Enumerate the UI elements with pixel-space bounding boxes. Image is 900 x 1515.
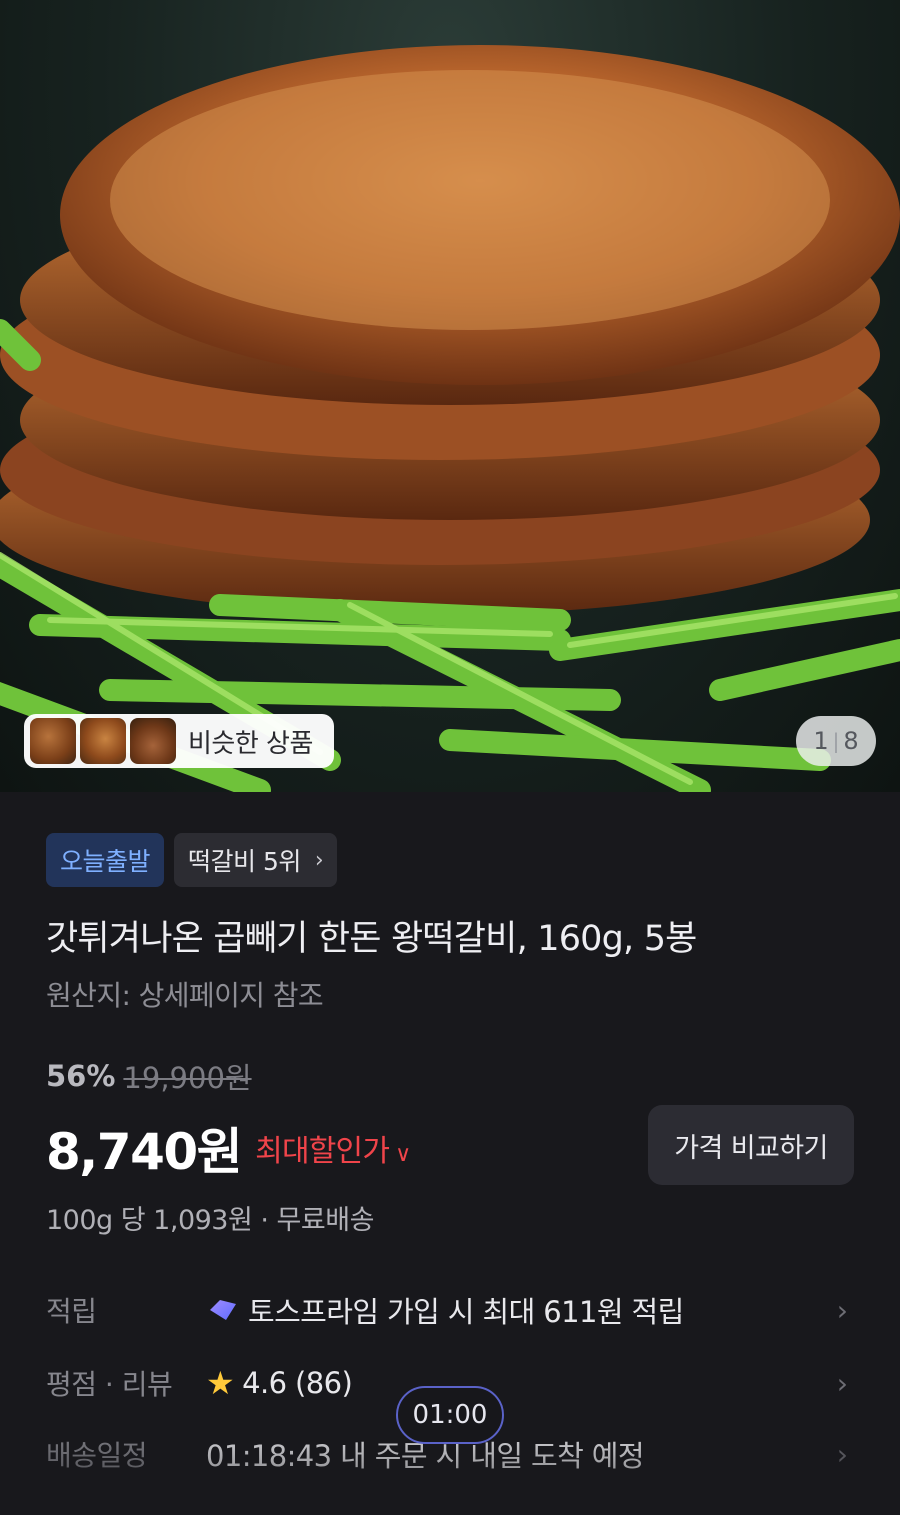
original-price: 19,900원 [123, 1061, 252, 1095]
points-value-wrap: 토스프라임 가입 시 최대 611원 적립 [206, 1289, 684, 1331]
product-image[interactable]: 비슷한 상품 1 | 8 [0, 0, 900, 792]
similar-thumbnail [130, 718, 176, 764]
points-value: 토스프라임 가입 시 최대 611원 적립 [248, 1295, 684, 1329]
badge-row: 오늘출발 떡갈비 5위 › [46, 833, 338, 887]
page-total: 8 [843, 727, 859, 755]
floating-timer[interactable]: 01:00 [396, 1386, 504, 1444]
rating-value-wrap: ★ 4.6 (86) [206, 1364, 353, 1402]
page-current: 1 [813, 727, 829, 755]
rank-label: 떡갈비 5위 [188, 847, 301, 876]
delivery-label: 배송일정 [46, 1439, 148, 1472]
sale-price: 8,740원 [46, 1123, 243, 1181]
today-ship-badge: 오늘출발 [46, 833, 165, 887]
tteokgalbi-photo [0, 45, 900, 792]
chevron-right-icon: › [314, 847, 324, 873]
chevron-right-icon: › [836, 1437, 848, 1471]
points-row[interactable]: 적립 토스프라임 가입 시 최대 611원 적립 › [46, 1282, 856, 1338]
chevron-down-icon: ∨ [395, 1142, 411, 1167]
prime-icon [210, 1300, 236, 1320]
max-discount-label: 최대할인가 [255, 1134, 390, 1169]
product-origin: 원산지: 상세페이지 참조 [46, 979, 324, 1012]
similar-products-button[interactable]: 비슷한 상품 [24, 714, 334, 768]
unit-price-shipping: 100g 당 1,093원 · 무료배송 [46, 1205, 374, 1236]
chevron-right-icon: › [836, 1293, 848, 1327]
rating-value: 4.6 (86) [242, 1366, 353, 1400]
price-compare-button[interactable]: 가격 비교하기 [648, 1105, 854, 1185]
rank-badge[interactable]: 떡갈비 5위 › [174, 833, 338, 887]
product-title: 갓튀겨나온 곱빼기 한돈 왕떡갈비, 160g, 5봉 [46, 919, 697, 959]
price-row: 8,740원 최대할인가 ∨ [46, 1112, 411, 1184]
discount-rate: 56% [46, 1059, 116, 1093]
points-label: 적립 [46, 1295, 97, 1328]
discount-row: 56% 19,900원 [46, 1055, 252, 1097]
image-page-indicator: 1 | 8 [796, 716, 876, 766]
rating-label: 평점 · 리뷰 [46, 1368, 173, 1401]
chevron-right-icon: › [836, 1366, 848, 1400]
similar-thumbnail [80, 718, 126, 764]
max-discount-toggle[interactable]: 최대할인가 ∨ [255, 1126, 411, 1170]
similar-thumbnail [30, 718, 76, 764]
similar-products-label: 비슷한 상품 [188, 728, 313, 759]
star-icon: ★ [206, 1364, 235, 1402]
